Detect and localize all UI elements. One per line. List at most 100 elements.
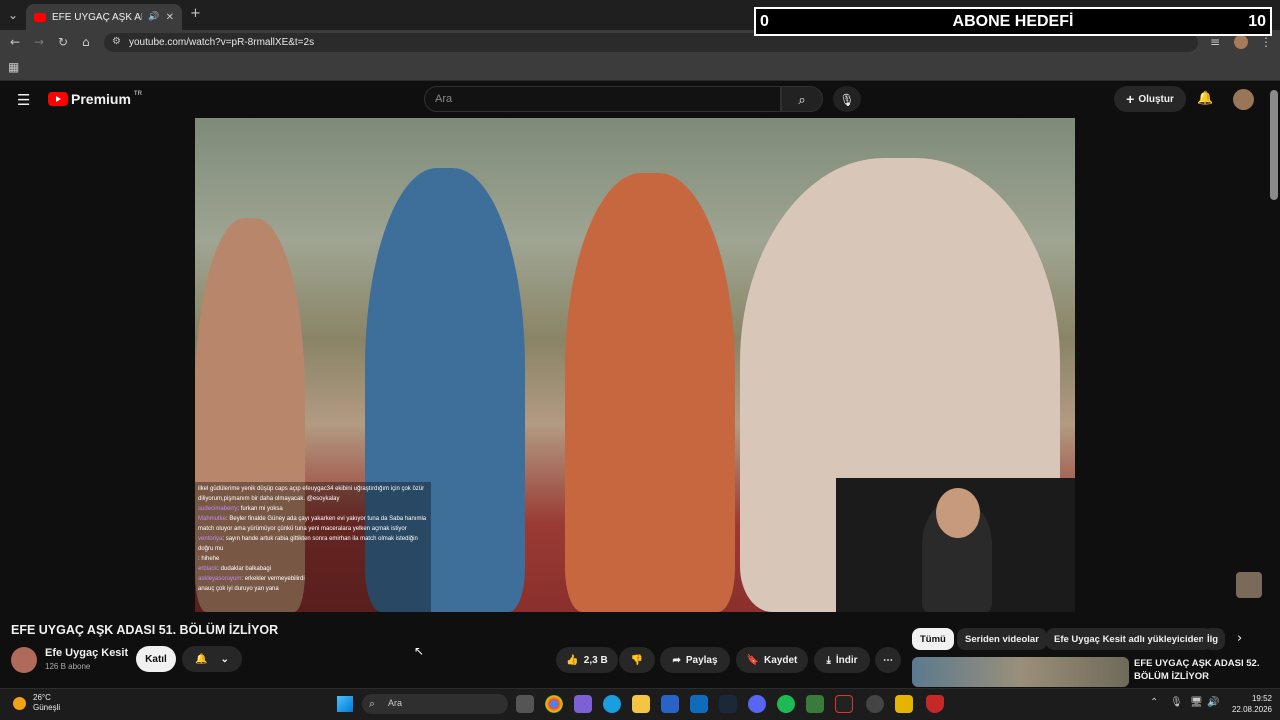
- tray-microphone-icon[interactable]: 🎙: [1170, 697, 1183, 708]
- share-icon: ➦: [672, 654, 681, 666]
- system-clock[interactable]: 19:52 22.08.2026: [1224, 693, 1272, 715]
- stream-chat-overlay: ilkel güdülerime yenik düşüp caps açıp e…: [195, 482, 431, 612]
- download-button[interactable]: ⤓ İndir: [814, 647, 870, 673]
- browser-tab[interactable]: EFE UYGAÇ AŞK ADASI 51. B 🔊 ✕: [26, 4, 182, 30]
- file-explorer-icon[interactable]: [632, 695, 650, 713]
- chip-uploader[interactable]: Efe Uygaç Kesit adlı yükleyiciden: [1046, 628, 1213, 650]
- weather-widget[interactable]: 26°C Güneşli: [33, 693, 60, 713]
- home-icon[interactable]: ⌂: [82, 35, 90, 49]
- thumbs-down-icon: 👎: [630, 654, 644, 666]
- outlook-icon[interactable]: [690, 695, 708, 713]
- tab-list-icon[interactable]: ⌄: [8, 8, 18, 22]
- tray-chevron-up-icon[interactable]: ⌃: [1150, 697, 1158, 708]
- user-avatar[interactable]: [1233, 89, 1254, 110]
- search-button[interactable]: ⌕: [781, 86, 823, 112]
- subscriber-goal-overlay: 0 ABONE HEDEFİ 10: [754, 7, 1272, 36]
- download-icon: ⤓: [826, 654, 831, 666]
- tab-close-icon[interactable]: ✕: [166, 12, 174, 23]
- chat-message: ilkel güdülerime yenik düşüp caps açıp e…: [198, 486, 425, 502]
- chevron-right-icon[interactable]: ›: [1237, 631, 1242, 646]
- task-view-icon[interactable]: [516, 695, 534, 713]
- goal-target: 10: [1248, 13, 1266, 30]
- bookmark-icon: 🔖: [746, 654, 760, 666]
- search-input[interactable]: Ara: [424, 86, 781, 112]
- chip-all[interactable]: Tümü: [912, 628, 954, 650]
- youtube-logo[interactable]: Premium TR: [48, 91, 142, 107]
- tab-title: EFE UYGAÇ AŞK ADASI 51. B: [52, 11, 142, 23]
- join-button[interactable]: Katıl: [136, 646, 176, 672]
- spotify-icon[interactable]: [777, 695, 795, 713]
- more-dots-icon: ⋯: [883, 654, 893, 666]
- shield-icon[interactable]: [926, 695, 944, 713]
- share-button[interactable]: ➦ Paylaş: [660, 647, 730, 673]
- hamburger-menu-icon[interactable]: ☰: [17, 91, 30, 109]
- edge-icon[interactable]: [603, 695, 621, 713]
- steam-icon[interactable]: [719, 695, 737, 713]
- page-scrollbar[interactable]: [1270, 90, 1278, 200]
- chevron-down-icon: ⌄: [220, 653, 229, 665]
- microsoft-store-icon[interactable]: [661, 695, 679, 713]
- create-button[interactable]: + Oluştur: [1114, 86, 1186, 112]
- menu-dots-icon[interactable]: ⋮: [1260, 35, 1272, 49]
- microphone-icon: 🎙: [839, 93, 855, 107]
- mouse-cursor-icon: ↖: [414, 644, 425, 658]
- notifications-bell-icon[interactable]: 🔔: [1197, 91, 1213, 106]
- chat-message: Mahmutke: Beyler finalde Güney ada çayı …: [198, 516, 427, 532]
- clock-time: 19:52: [1251, 694, 1272, 703]
- start-windows-icon[interactable]: [337, 696, 353, 712]
- join-label: Katıl: [145, 653, 167, 665]
- weather-sun-icon: [13, 697, 26, 710]
- up-next-thumbnail[interactable]: [912, 657, 1129, 687]
- app-icon[interactable]: [895, 695, 913, 713]
- chip-series[interactable]: Seriden videolar: [957, 628, 1047, 650]
- subscribed-notifications-button[interactable]: 🔔 ⌄: [182, 646, 242, 672]
- volume-icon[interactable]: 🔊: [1207, 697, 1219, 708]
- video-title: EFE UYGAÇ AŞK ADASI 51. BÖLÜM İZLİYOR: [11, 623, 279, 637]
- share-label: Paylaş: [685, 654, 718, 666]
- subscriber-count: 126 B abone: [45, 662, 91, 671]
- logo-text: Premium: [71, 91, 131, 107]
- obs-icon[interactable]: [866, 695, 884, 713]
- app-icon[interactable]: [835, 695, 853, 713]
- profile-avatar[interactable]: [1234, 35, 1248, 49]
- chat-message: : hihehe: [198, 556, 220, 562]
- plus-icon: +: [1126, 91, 1135, 107]
- like-button[interactable]: 👍 2,3 B: [556, 647, 618, 673]
- channel-name[interactable]: Efe Uygaç Kesit: [45, 647, 128, 659]
- taskbar-search-input[interactable]: Ara: [362, 694, 508, 714]
- apps-grid-icon[interactable]: ▦: [8, 60, 19, 74]
- webcam-face: [936, 488, 980, 538]
- weather-condition: Güneşli: [33, 703, 61, 712]
- save-button[interactable]: 🔖 Kaydet: [736, 647, 808, 673]
- chip-related[interactable]: İlg: [1203, 628, 1225, 650]
- thumbs-up-icon: 👍: [566, 654, 579, 666]
- chat-message: ventoriya: sayın hande artuk rabia gitti…: [198, 536, 418, 552]
- channel-avatar[interactable]: [11, 647, 37, 673]
- bookmarks-bar: ▦: [0, 55, 1280, 81]
- youtube-play-icon: [48, 92, 68, 106]
- network-icon[interactable]: 🖥: [1190, 697, 1203, 708]
- site-info-icon[interactable]: ⚙: [112, 36, 121, 47]
- chrome-icon[interactable]: [545, 695, 563, 713]
- like-count: 2,3 B: [583, 654, 608, 666]
- new-tab-icon[interactable]: +: [190, 6, 201, 21]
- more-actions-button[interactable]: ⋯: [875, 647, 901, 673]
- logo-badge: TR: [133, 91, 142, 97]
- copilot-icon[interactable]: [574, 695, 592, 713]
- create-label: Oluştur: [1138, 93, 1174, 105]
- forward-icon[interactable]: →: [34, 35, 44, 49]
- voice-search-button[interactable]: 🎙: [833, 86, 861, 112]
- video-frame-figure: [565, 173, 735, 612]
- save-label: Kaydet: [764, 654, 798, 666]
- chat-message: askleyasoruyum: erkekler vermeyebilirdi: [198, 576, 305, 582]
- chat-message: anauç çok iyi duruyo yan yana: [198, 586, 279, 592]
- back-icon[interactable]: ←: [10, 35, 20, 49]
- app-icon[interactable]: [806, 695, 824, 713]
- speaker-icon[interactable]: 🔊: [148, 12, 159, 22]
- search-icon: ⌕: [798, 93, 806, 108]
- discord-icon[interactable]: [748, 695, 766, 713]
- reading-list-icon[interactable]: ≡: [1210, 35, 1220, 49]
- dislike-button[interactable]: 👎: [619, 647, 655, 673]
- reload-icon[interactable]: ↻: [58, 35, 68, 49]
- up-next-title[interactable]: EFE UYGAÇ AŞK ADASI 52. BÖLÜM İZLİYOR: [1134, 657, 1264, 683]
